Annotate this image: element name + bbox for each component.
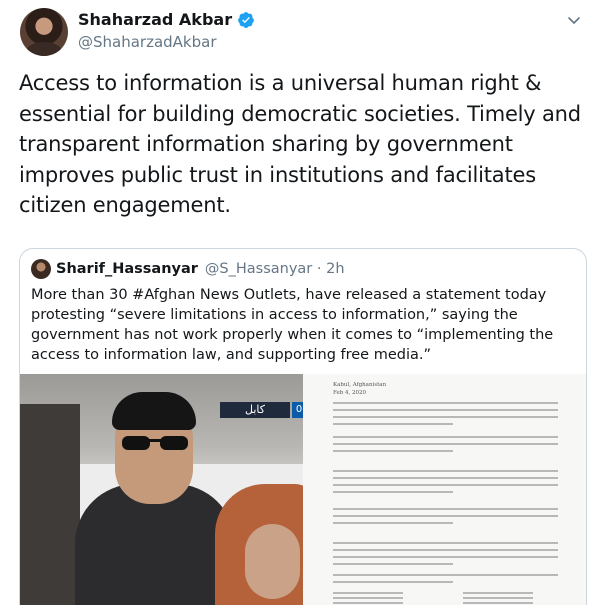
quoted-author-handle: @S_Hassanyar · 2h xyxy=(204,261,345,277)
chevron-down-icon[interactable] xyxy=(566,12,582,28)
quoted-tweet-header: Sharif_Hassanyar @S_Hassanyar · 2h xyxy=(31,259,345,279)
document-text-line xyxy=(333,484,558,486)
document-text-line xyxy=(333,508,558,510)
document-text-line xyxy=(333,549,558,551)
tweet-card: Shaharzad Akbar @ShaharzadAkbar Access t… xyxy=(0,0,600,605)
document-list-line xyxy=(463,602,533,604)
quoted-author-name: Sharif_Hassanyar xyxy=(56,261,198,277)
document-text-line xyxy=(333,515,558,517)
document-text-line xyxy=(333,542,558,544)
document-text-line xyxy=(333,522,453,524)
sunglasses-icon xyxy=(122,436,188,450)
document-text-line xyxy=(333,450,453,452)
document-text-line xyxy=(333,443,558,445)
verified-badge-icon xyxy=(238,11,254,28)
author-name-row: Shaharzad Akbar xyxy=(78,10,255,29)
quoted-author-avatar xyxy=(31,259,51,279)
document-text-line xyxy=(333,563,453,565)
author-avatar[interactable] xyxy=(20,8,68,56)
document-text-line xyxy=(333,470,558,472)
document-text-line xyxy=(333,477,558,479)
quoted-tweet[interactable]: Sharif_Hassanyar @S_Hassanyar · 2h More … xyxy=(19,248,587,605)
author-display-name[interactable]: Shaharzad Akbar xyxy=(78,10,232,29)
document-text-line xyxy=(333,556,558,558)
document-text-line xyxy=(333,581,453,583)
doc-header-line-1: Kabul, Afghanistan xyxy=(333,382,387,388)
quoted-tweet-text: More than 30 #Afghan News Outlets, have … xyxy=(31,287,554,363)
author-handle[interactable]: @ShaharzadAkbar xyxy=(78,33,217,51)
document-text-line xyxy=(333,491,453,493)
document-text-line xyxy=(333,574,558,576)
document-text-line xyxy=(333,416,558,418)
avatar-shoulders xyxy=(26,42,62,56)
tweet-body-text: Access to information is a universal hum… xyxy=(19,71,581,217)
quoted-photo-people[interactable]: کابل 0 xyxy=(20,374,303,605)
document-text-line xyxy=(333,423,453,425)
tv-channel-label: کابل xyxy=(220,402,290,418)
tv-channel-number: 0 xyxy=(292,402,303,418)
document-list-line xyxy=(333,597,403,599)
document-text-line xyxy=(333,402,558,404)
document-list-line xyxy=(333,592,403,594)
document-list-line xyxy=(333,602,403,604)
document-list-line xyxy=(463,597,533,599)
document-text-line xyxy=(333,436,558,438)
photo-woman-face xyxy=(245,524,300,599)
quoted-photo-document[interactable]: Kabul, Afghanistan Feb 4, 2020 xyxy=(303,374,586,605)
photo-person-hair xyxy=(112,392,196,430)
photo-person-left xyxy=(20,404,80,605)
document-text-line xyxy=(333,409,558,411)
document-list-line xyxy=(463,592,533,594)
doc-header-line-2: Feb 4, 2020 xyxy=(333,390,367,396)
